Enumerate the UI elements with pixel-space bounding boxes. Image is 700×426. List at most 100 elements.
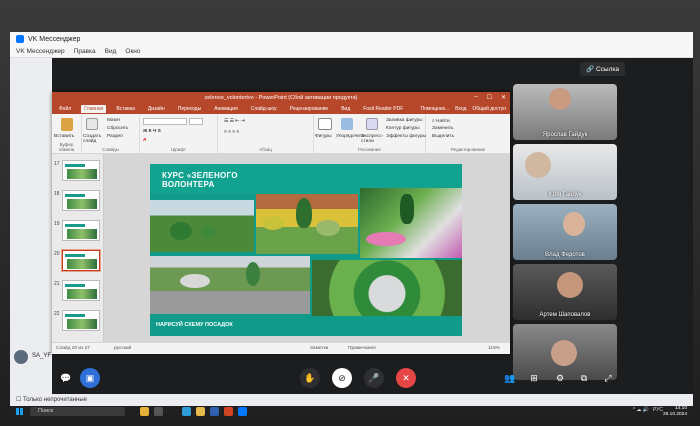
group-drawing: Фигуры Упорядочить Экспресс-стили Заливк… bbox=[314, 115, 426, 153]
add-participant-icon[interactable]: 👥 bbox=[500, 368, 520, 388]
menu-item-app[interactable]: VK Мессенджер bbox=[16, 48, 65, 55]
raise-hand-icon[interactable]: ✋ bbox=[300, 368, 320, 388]
screen-share-icon[interactable]: ▣ bbox=[80, 368, 100, 388]
tab-home[interactable]: Главная bbox=[81, 105, 107, 113]
express-styles-button[interactable]: Экспресс-стили bbox=[361, 134, 385, 144]
thumb-number: 21 bbox=[54, 281, 60, 287]
tab-file[interactable]: Файл bbox=[56, 105, 74, 113]
windows-start-icon[interactable] bbox=[16, 408, 23, 415]
participant-tile[interactable]: Артем Шаповалов bbox=[513, 264, 617, 320]
participant-tile[interactable]: Влад Федотов bbox=[513, 204, 617, 260]
tab-transitions[interactable]: Переходы bbox=[175, 105, 204, 113]
close-icon[interactable]: ✕ bbox=[501, 94, 506, 101]
grid-view-icon[interactable]: ⊞ bbox=[524, 368, 544, 388]
current-slide[interactable]: КУРС «ЗЕЛЕНОГО ВОЛОНТЕРА НАРИСУЙ СХЕМУ П… bbox=[150, 164, 462, 336]
fullscreen-icon[interactable]: ⤢ bbox=[598, 368, 618, 388]
garden-photo-2 bbox=[256, 194, 358, 254]
font-color-button[interactable]: A bbox=[143, 138, 146, 143]
minimize-icon[interactable]: – bbox=[474, 94, 477, 101]
slide-thumbnail[interactable]: 19 bbox=[54, 220, 100, 241]
shapes-button[interactable]: Фигуры bbox=[315, 134, 332, 139]
chat-name: SA_YF bbox=[32, 353, 52, 359]
microphone-icon[interactable]: 🎤 bbox=[364, 368, 384, 388]
thumb-number: 20 bbox=[54, 251, 60, 257]
taskbar-search-input[interactable]: Поиск bbox=[30, 407, 125, 416]
system-tray: ^ ☁ 🔊 РУС bbox=[633, 407, 663, 413]
tab-insert[interactable]: Вставка bbox=[113, 105, 138, 113]
tab-animation[interactable]: Анимация bbox=[211, 105, 240, 113]
font-name-field[interactable] bbox=[143, 118, 187, 125]
notes-button[interactable]: Заметки bbox=[310, 346, 328, 351]
zoom-level[interactable]: 116% bbox=[488, 346, 500, 351]
chat-icon[interactable]: 💬 bbox=[56, 368, 76, 388]
section-button[interactable]: Раздел bbox=[107, 134, 123, 139]
thumb-number: 22 bbox=[54, 311, 60, 317]
vk-window-title: VK Мессенджер bbox=[28, 35, 81, 43]
share-button[interactable]: Общий доступ bbox=[472, 106, 506, 112]
outline-button[interactable]: Контур фигуры bbox=[386, 126, 420, 131]
vk-messenger-icon[interactable] bbox=[238, 407, 247, 416]
settings-icon[interactable]: ⚙ bbox=[550, 368, 570, 388]
create-slide-button[interactable]: Создать слайд bbox=[83, 134, 105, 144]
slide-thumbnail[interactable]: 21 bbox=[54, 280, 100, 301]
fill-button[interactable]: Заливка фигуры bbox=[386, 118, 423, 123]
word-icon[interactable] bbox=[210, 407, 219, 416]
unread-only-label: Только непрочитанные bbox=[23, 397, 87, 403]
vk-body: SA_YF 🔗 Ссылка zelenoe_volontertvo - Pow… bbox=[10, 58, 693, 394]
window-icon[interactable]: ⧉ bbox=[574, 368, 594, 388]
menu-item-window[interactable]: Окно bbox=[125, 48, 140, 55]
font-size-field[interactable] bbox=[189, 118, 203, 125]
comments-button[interactable]: Примечания bbox=[348, 346, 376, 351]
align-buttons[interactable]: ≡ ≡ ≡ ≡ bbox=[224, 130, 239, 135]
powerpoint-window: zelenoe_volontertvo - PowerPoint (Сбой а… bbox=[52, 92, 510, 354]
ppt-ribbon: Вставить Буфер обмена Создать слайд Маке… bbox=[52, 114, 510, 154]
participants-panel: Ярослав Гайдук Юля Гайдук Влад Федотов А… bbox=[513, 58, 625, 394]
group-clipboard: Вставить Буфер обмена bbox=[52, 115, 82, 153]
participant-tile[interactable]: Юля Гайдук bbox=[513, 144, 617, 200]
task-view-icon[interactable] bbox=[154, 407, 163, 416]
sign-in-button[interactable]: Вход bbox=[455, 106, 466, 112]
tab-slideshow[interactable]: Слайд-шоу bbox=[248, 105, 280, 113]
language-indicator[interactable]: русский bbox=[114, 346, 131, 351]
chat-item-sa[interactable]: SA_YF bbox=[14, 348, 54, 370]
file-explorer-icon[interactable] bbox=[196, 407, 205, 416]
reset-button[interactable]: Сбросить bbox=[107, 126, 128, 131]
menu-item-edit[interactable]: Правка bbox=[74, 48, 96, 55]
tab-view[interactable]: Вид bbox=[338, 105, 353, 113]
replace-button[interactable]: Заменить bbox=[432, 126, 454, 131]
end-call-icon[interactable]: ✕ bbox=[396, 368, 416, 388]
app-icon[interactable] bbox=[140, 407, 149, 416]
powerpoint-icon[interactable] bbox=[224, 407, 233, 416]
tell-me-button[interactable]: Помощник... bbox=[420, 106, 449, 112]
bullets-button[interactable]: ☰ ☰ ⇤ ⇥ bbox=[224, 119, 245, 124]
paste-button[interactable]: Вставить bbox=[54, 134, 74, 139]
participant-tile[interactable]: Ярослав Гайдук bbox=[513, 84, 617, 140]
bold-button[interactable]: Ж К Ч S bbox=[143, 129, 161, 134]
slide-thumbnail-selected[interactable]: 20 bbox=[54, 250, 100, 271]
find-button[interactable]: ⌕ Найти bbox=[432, 118, 450, 124]
tab-design[interactable]: Дизайн bbox=[145, 105, 168, 113]
tray-icons[interactable]: ^ ☁ 🔊 bbox=[633, 407, 649, 413]
menu-item-view[interactable]: Вид bbox=[105, 48, 117, 55]
slide-thumbnail[interactable]: 17 bbox=[54, 160, 100, 181]
group-label: Слайды bbox=[102, 147, 119, 152]
participant-name: Влад Федотов bbox=[545, 252, 585, 258]
ppt-editor-area: 17 18 19 20 21 22 КУРС «ЗЕЛЕНОГО ВОЛОНТЕ… bbox=[52, 154, 510, 342]
language-indicator[interactable]: РУС bbox=[653, 407, 663, 413]
participant-name: Артем Шаповалов bbox=[539, 312, 591, 318]
slide-counter: Слайд 20 из 27 bbox=[56, 346, 90, 351]
new-slide-icon bbox=[86, 118, 98, 130]
tab-review[interactable]: Рецензирование bbox=[287, 105, 332, 113]
slide-thumbnail[interactable]: 22 bbox=[54, 310, 100, 331]
tab-foxit[interactable]: Foxit Reader PDF bbox=[360, 105, 406, 113]
effects-button[interactable]: Эффекты фигуры bbox=[386, 134, 426, 139]
participant-video bbox=[525, 152, 551, 178]
slide-thumbnail[interactable]: 18 bbox=[54, 190, 100, 211]
maximize-icon[interactable]: ☐ bbox=[487, 94, 492, 101]
camera-off-icon[interactable]: ⊘ bbox=[332, 368, 352, 388]
unread-only-toggle[interactable]: ☐ Только непрочитанные bbox=[16, 396, 87, 403]
select-button[interactable]: Выделить bbox=[432, 134, 454, 139]
clock[interactable]: 14:10 28.10.2024 bbox=[663, 406, 687, 417]
layout-button[interactable]: Макет bbox=[107, 118, 121, 123]
edge-icon[interactable] bbox=[182, 407, 191, 416]
